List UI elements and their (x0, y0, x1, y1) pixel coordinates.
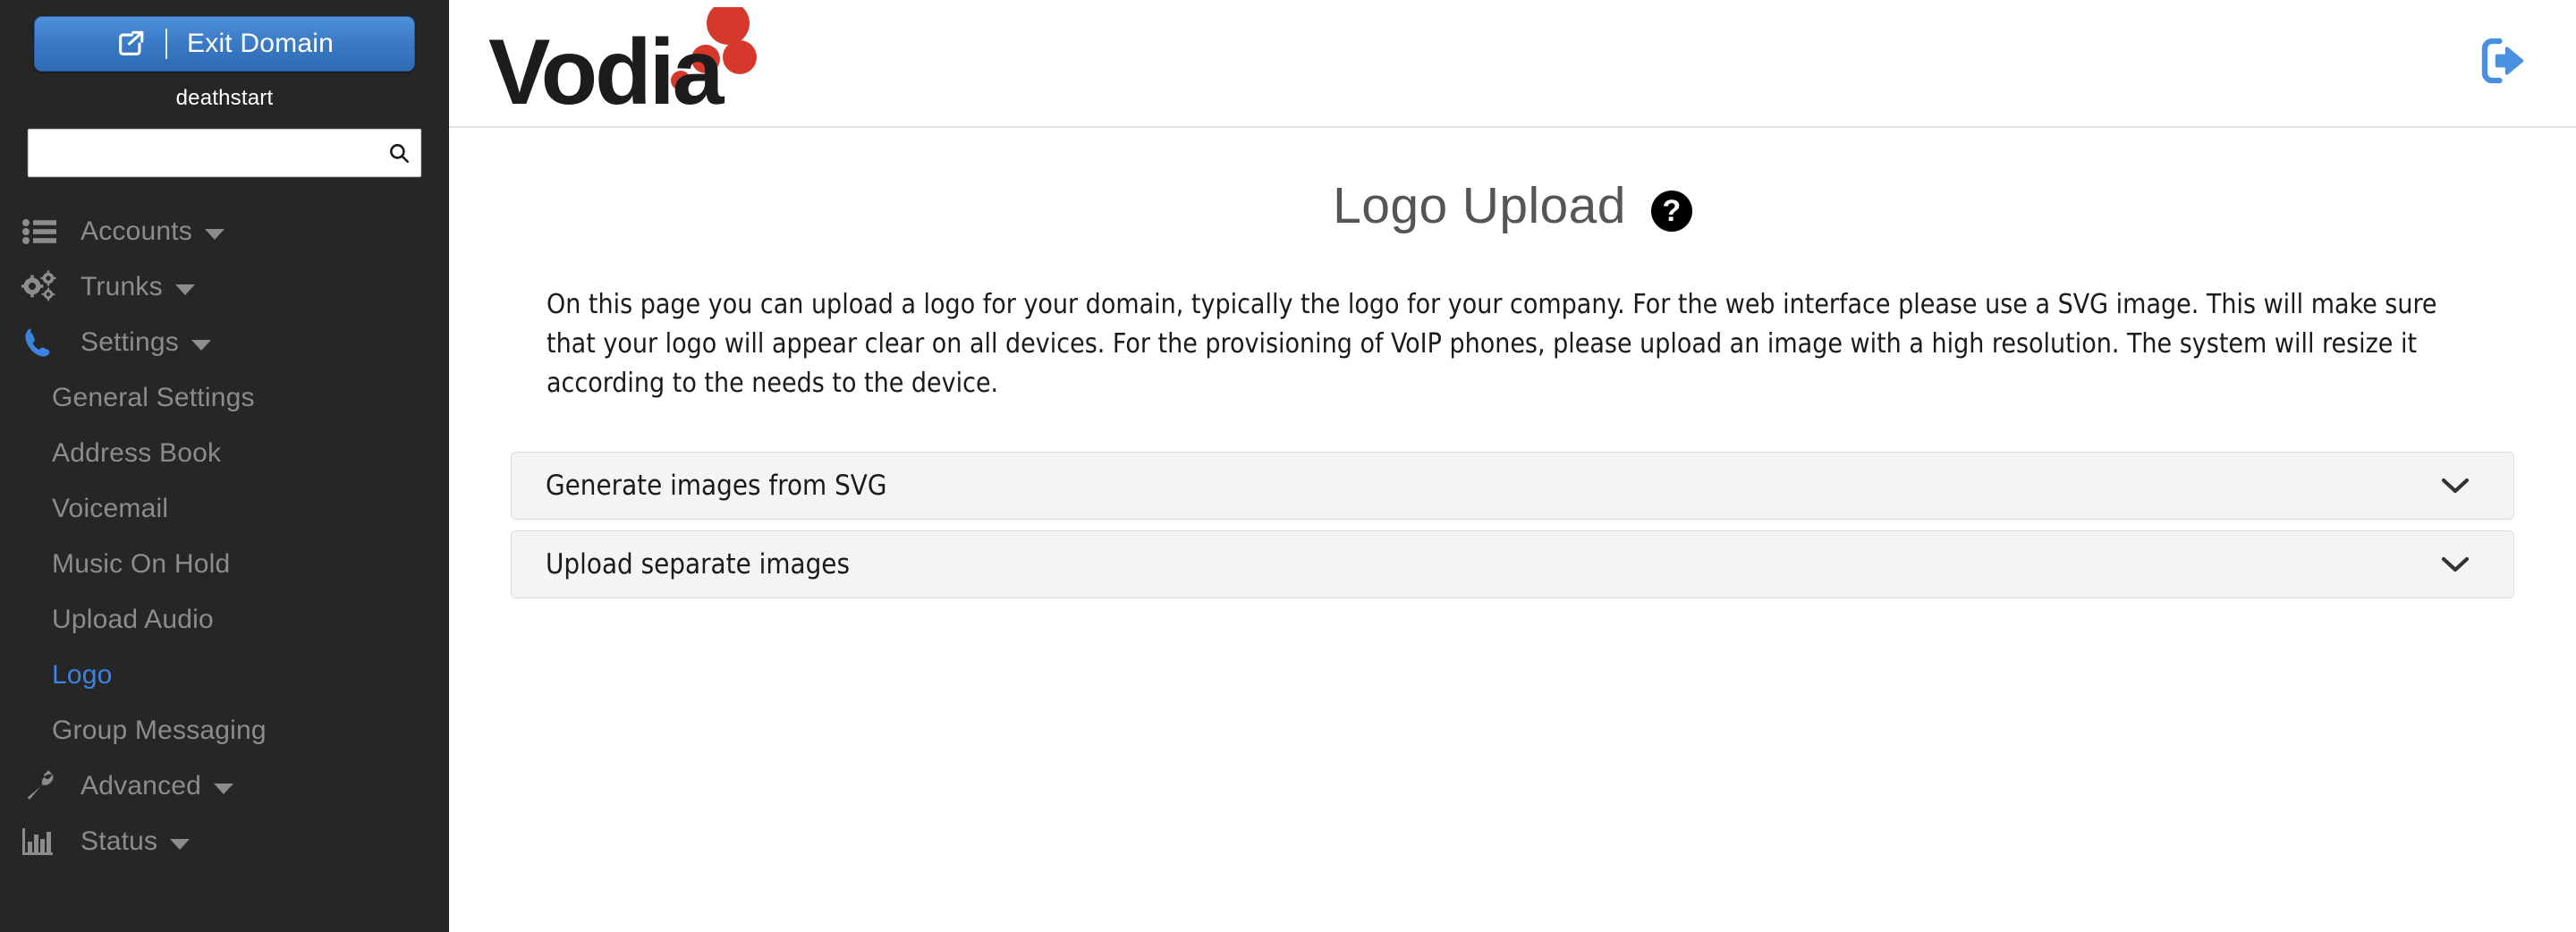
chevron-down-icon (174, 284, 195, 295)
exit-share-icon (115, 29, 146, 59)
sidebar-item-general-settings[interactable]: General Settings (0, 370, 449, 426)
chevron-down-icon (2440, 476, 2470, 496)
page-title: Logo Upload (1333, 177, 1626, 234)
sidebar-item-label: Music On Hold (52, 549, 231, 579)
accordion-label: Upload separate images (546, 548, 851, 580)
sidebar-item-label: Logo (52, 660, 113, 690)
help-icon[interactable]: ? (1650, 191, 1692, 232)
accordion-upload-separate-images[interactable]: Upload separate images (511, 530, 2514, 598)
search-container (28, 129, 421, 177)
sidebar-item-label: Upload Audio (52, 605, 214, 634)
accordion-list: Generate images from SVG Upload separate… (511, 452, 2514, 598)
exit-domain-button[interactable]: Exit Domain (34, 16, 415, 72)
sidebar-item-label: General Settings (52, 383, 255, 412)
sidebar-item-status[interactable]: Status (0, 814, 449, 869)
sidebar-item-group-messaging[interactable]: Group Messaging (0, 703, 449, 758)
sidebar-item-label: Settings (80, 327, 179, 357)
list-icon (21, 215, 63, 249)
top-bar: Vodia (449, 0, 2576, 128)
sidebar-item-logo[interactable]: Logo (0, 648, 449, 703)
sidebar-nav: Accounts Trunks Settings General Setting… (0, 200, 449, 869)
sidebar-item-label: Address Book (52, 438, 222, 468)
gears-icon (21, 270, 63, 304)
chevron-down-icon (214, 784, 234, 794)
sidebar-item-label: Advanced (80, 771, 202, 801)
intro-paragraph: On this page you can upload a logo for y… (547, 289, 2437, 399)
main-content: Vodia Logo Upload ? On this page you can… (449, 0, 2576, 932)
vodia-logo[interactable]: Vodia (488, 6, 775, 113)
app-root: Exit Domain deathstart Accounts Trunks S… (0, 0, 2576, 932)
sidebar-item-label: Accounts (80, 216, 192, 246)
sidebar-item-upload-audio[interactable]: Upload Audio (0, 592, 449, 648)
sidebar-item-label: Trunks (80, 272, 163, 301)
accordion-generate-images-from-svg[interactable]: Generate images from SVG (511, 452, 2514, 520)
sidebar-item-advanced[interactable]: Advanced (0, 758, 449, 814)
sidebar-item-trunks[interactable]: Trunks (0, 259, 449, 315)
current-domain-name: deathstart (175, 86, 274, 110)
button-divider (165, 29, 168, 59)
sidebar-item-label: Voicemail (52, 494, 169, 523)
sidebar-item-address-book[interactable]: Address Book (0, 426, 449, 481)
chevron-down-icon (2440, 555, 2470, 574)
sidebar-item-accounts[interactable]: Accounts (0, 204, 449, 259)
chevron-down-icon (191, 340, 211, 351)
phone-icon (21, 326, 63, 360)
sidebar-item-voicemail[interactable]: Voicemail (0, 481, 449, 537)
sidebar-item-label: Status (80, 826, 158, 856)
chevron-down-icon (170, 839, 191, 850)
svg-text:Vodia: Vodia (488, 21, 725, 113)
sidebar-item-settings[interactable]: Settings (0, 315, 449, 370)
wrench-icon (21, 769, 63, 803)
chevron-down-icon (205, 229, 225, 240)
page-content: Logo Upload ? On this page you can uploa… (449, 176, 2576, 932)
sidebar-item-music-on-hold[interactable]: Music On Hold (0, 537, 449, 592)
bar-chart-icon (21, 825, 63, 859)
logout-arrow-icon[interactable] (2472, 31, 2537, 95)
sidebar: Exit Domain deathstart Accounts Trunks S… (0, 0, 449, 932)
sidebar-item-label: Group Messaging (52, 716, 267, 745)
page-title-row: Logo Upload ? (449, 176, 2576, 235)
accordion-label: Generate images from SVG (546, 470, 887, 502)
exit-domain-label: Exit Domain (187, 29, 334, 58)
search-input[interactable] (28, 129, 421, 177)
